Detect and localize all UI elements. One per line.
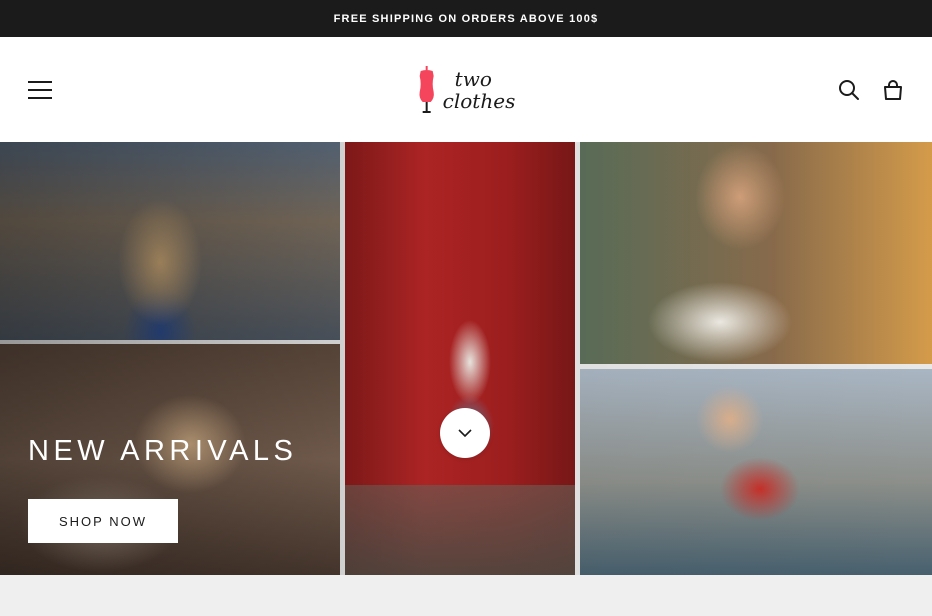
scroll-down-button[interactable] [440, 408, 490, 458]
announcement-text: FREE SHIPPING ON ORDERS ABOVE 100$ [333, 12, 599, 25]
hamburger-icon[interactable] [28, 80, 52, 99]
site-header: two clothes [0, 37, 932, 142]
logo-text: two clothes [443, 68, 516, 112]
hero-section: NEW ARRIVALS SHOP NOW [0, 142, 932, 575]
chevron-down-icon [458, 429, 472, 438]
logo-line-2: clothes [442, 88, 516, 113]
announcement-bar: FREE SHIPPING ON ORDERS ABOVE 100$ [0, 0, 932, 37]
header-actions [838, 79, 904, 101]
dress-form-icon [419, 65, 434, 113]
shop-now-button[interactable]: SHOP NOW [28, 499, 178, 543]
below-fold-area [0, 575, 932, 616]
shopping-bag-icon[interactable] [882, 79, 904, 101]
logo-line-1: two [454, 66, 492, 91]
hero-title: NEW ARRIVALS [28, 435, 298, 467]
logo[interactable]: two clothes [417, 65, 516, 114]
search-icon[interactable] [838, 79, 860, 101]
